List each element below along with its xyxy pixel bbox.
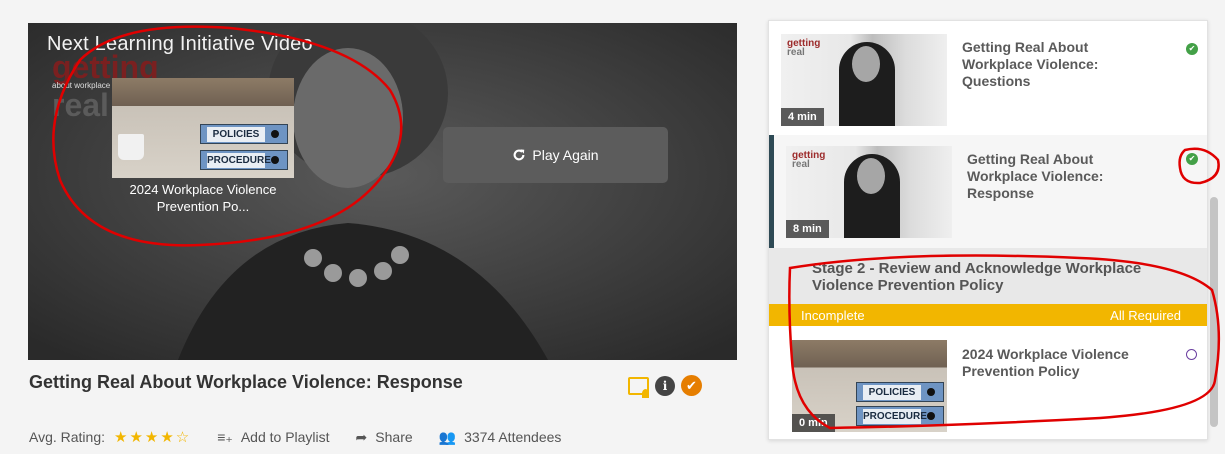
rating-label: Avg. Rating: <box>29 429 106 445</box>
duration-badge: 8 min <box>786 220 829 238</box>
playlist-item-title: 2024 Workplace Violence Prevention Polic… <box>962 346 1129 379</box>
playlist-add-icon: ≡₊ <box>217 428 233 445</box>
stage-status-bar: Incomplete All Required <box>769 304 1207 326</box>
replay-icon <box>514 149 525 161</box>
incomplete-circle-icon <box>1186 349 1197 360</box>
duration-badge: 0 min <box>792 414 835 432</box>
video-meta-row: Avg. Rating: ★★★★☆ ≡₊ Add to Playlist ➦ … <box>29 428 562 447</box>
complete-check-icon: ✔ <box>1186 153 1198 165</box>
playlist-thumbnail: getting real 4 min <box>781 34 947 126</box>
playlist-thumbnail: getting real 8 min <box>786 146 952 238</box>
attendees-count: 👥 3374 Attendees <box>439 429 562 446</box>
complete-check-icon: ✔ <box>1186 43 1198 55</box>
next-video-caption[interactable]: 2024 Workplace Violence Prevention Po... <box>108 181 298 215</box>
add-to-playlist-button[interactable]: ≡₊ Add to Playlist <box>217 429 329 446</box>
add-to-playlist-label: Add to Playlist <box>240 429 330 445</box>
binder-policies: POLICIES <box>200 124 288 144</box>
completed-check-icon: ✔ <box>681 375 702 396</box>
binder-label: POLICIES <box>863 385 921 400</box>
video-badges: i ✔ <box>628 375 702 398</box>
playlist-item[interactable]: getting real 4 min Getting Real About Wor… <box>769 21 1207 135</box>
video-player[interactable]: Next Learning Initiative Video getting a… <box>28 23 737 360</box>
share-label: Share <box>375 429 413 445</box>
stage-title: Stage 2 - Review and Acknowledge Workpla… <box>812 260 1142 294</box>
playlist-scrollbar[interactable] <box>1210 197 1218 427</box>
rating-stars[interactable]: ★★★★☆ <box>114 428 191 446</box>
info-icon[interactable]: i <box>655 375 675 396</box>
playlist-item[interactable]: POLICIES PROCEDURE 0 min 2024 Workplace … <box>769 326 1207 439</box>
playlist-panel: getting real 4 min Getting Real About Wor… <box>768 20 1208 440</box>
playlist-item-active[interactable]: getting real 8 min Getting Real About Wor… <box>769 135 1207 248</box>
mug-image <box>118 134 144 160</box>
video-title: Getting Real About Workplace Violence: R… <box>29 372 463 392</box>
binder-label: POLICIES <box>207 127 265 142</box>
binder-label: PROCEDURE <box>207 153 271 168</box>
duration-badge: 4 min <box>781 108 824 126</box>
binder-procedure: PROCEDURE <box>200 150 288 170</box>
play-again-label: Play Again <box>532 147 599 163</box>
share-button[interactable]: ➦ Share <box>356 429 413 446</box>
next-video-thumbnail[interactable]: POLICIES PROCEDURE <box>112 78 294 178</box>
thumb-logo: getting real <box>792 150 826 170</box>
binder-procedure: PROCEDURE <box>856 406 944 426</box>
certificate-icon[interactable] <box>628 376 649 398</box>
stage-requirement: All Required <box>1110 308 1181 323</box>
thumb-logo: getting real <box>787 38 821 58</box>
binder-policies: POLICIES <box>856 382 944 402</box>
playlist-item-title: Getting Real About Workplace Violence: R… <box>967 151 1104 201</box>
binder-label: PROCEDURE <box>863 409 927 424</box>
attendees-label: 3374 Attendees <box>464 429 562 445</box>
share-icon: ➦ <box>355 428 368 445</box>
stage-status: Incomplete <box>801 308 865 323</box>
play-again-button[interactable]: Play Again <box>443 127 668 183</box>
users-icon: 👥 <box>438 428 457 445</box>
playlist-item-title: Getting Real About Workplace Violence: Q… <box>962 39 1099 89</box>
playlist-thumbnail: POLICIES PROCEDURE 0 min <box>792 340 947 432</box>
stage-header[interactable]: Stage 2 - Review and Acknowledge Workpla… <box>769 248 1207 304</box>
